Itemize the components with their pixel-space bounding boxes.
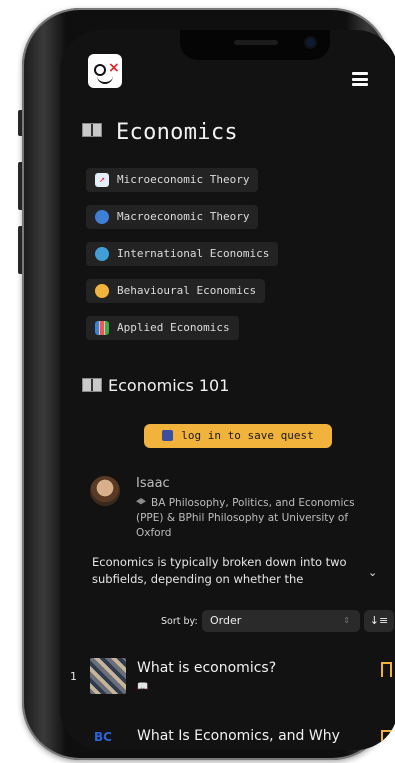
logo-mouth bbox=[97, 76, 113, 84]
topic-label: International Economics bbox=[117, 247, 270, 260]
topic-chip-macroeconomic-theory[interactable]: Macroeconomic Theory bbox=[86, 205, 259, 229]
save-quest-button[interactable]: log in to save quest bbox=[144, 424, 332, 448]
logo-eye bbox=[94, 64, 106, 76]
avatar[interactable] bbox=[90, 476, 120, 506]
globe-icon bbox=[95, 247, 109, 261]
author-bio: BA Philosophy, Politics, and Economics (… bbox=[136, 496, 366, 541]
graduation-cap-icon bbox=[136, 498, 146, 505]
select-arrows-icon: ⇕ bbox=[343, 616, 350, 625]
list-item[interactable]: 1 What is economics? 📖 bbox=[60, 652, 395, 696]
bar-chart-icon bbox=[95, 321, 109, 335]
item-number: 1 bbox=[70, 670, 77, 683]
topic-label: Applied Economics bbox=[117, 321, 230, 334]
sort-bar: Sort by: Order ⇕ ↓≡ bbox=[60, 610, 395, 636]
site-logo[interactable]: × bbox=[88, 54, 122, 88]
topic-chip-microeconomic-theory[interactable]: ↗ Microeconomic Theory bbox=[86, 168, 259, 192]
topic-label: Behavioural Economics bbox=[117, 284, 257, 297]
bookmark-icon[interactable] bbox=[381, 662, 392, 681]
screen: × Economics ↗ Microeconomic Theory Macroe… bbox=[60, 30, 395, 750]
floppy-disk-icon bbox=[162, 429, 174, 441]
book-icon bbox=[82, 123, 102, 137]
topic-list: ↗ Microeconomic Theory Macroeconomic Theo… bbox=[86, 168, 279, 353]
save-quest-label: log in to save quest bbox=[181, 429, 314, 442]
phone-frame: × Economics ↗ Microeconomic Theory Macroe… bbox=[22, 8, 395, 760]
top-bar: × bbox=[60, 30, 395, 120]
hamburger-menu-icon[interactable] bbox=[352, 72, 368, 86]
topic-chip-international-economics[interactable]: International Economics bbox=[86, 242, 279, 266]
face-icon bbox=[95, 284, 109, 298]
page-title: Economics bbox=[82, 120, 238, 145]
page-title-text: Economics bbox=[116, 120, 238, 145]
sort-descending-icon: ↓≡ bbox=[369, 614, 389, 627]
item-thumbnail bbox=[90, 658, 126, 694]
sort-label: Sort by: bbox=[161, 616, 198, 627]
author-bio-text: BA Philosophy, Politics, and Economics (… bbox=[136, 497, 355, 539]
sort-select[interactable]: Order ⇕ bbox=[202, 610, 360, 632]
book-icon bbox=[82, 377, 102, 392]
author-name[interactable]: Isaac bbox=[136, 476, 170, 491]
bc-logo-icon: BC bbox=[94, 730, 112, 744]
quest-title: Economics 101 bbox=[82, 376, 229, 395]
topic-label: Macroeconomic Theory bbox=[117, 210, 250, 223]
sort-direction-button[interactable]: ↓≡ bbox=[364, 610, 394, 632]
globe-icon bbox=[95, 210, 109, 224]
quest-description: Economics is typically broken down into … bbox=[92, 555, 347, 586]
topic-chip-behavioural-economics[interactable]: Behavioural Economics bbox=[86, 279, 266, 303]
logo-x: × bbox=[108, 60, 120, 76]
book-icon: 📖 bbox=[137, 682, 149, 692]
quest-title-text: Economics 101 bbox=[108, 376, 230, 395]
sort-select-value: Order bbox=[210, 614, 242, 627]
topic-chip-applied-economics[interactable]: Applied Economics bbox=[86, 316, 239, 340]
list-item[interactable]: BC What Is Economics, and Why bbox=[60, 720, 395, 750]
item-title: What is economics? bbox=[137, 660, 277, 676]
chart-icon: ↗ bbox=[95, 173, 109, 187]
chevron-down-icon[interactable]: ⌄ bbox=[368, 566, 377, 579]
item-title: What Is Economics, and Why bbox=[137, 728, 340, 744]
bookmark-icon[interactable] bbox=[381, 730, 392, 749]
topic-label: Microeconomic Theory bbox=[117, 173, 250, 186]
